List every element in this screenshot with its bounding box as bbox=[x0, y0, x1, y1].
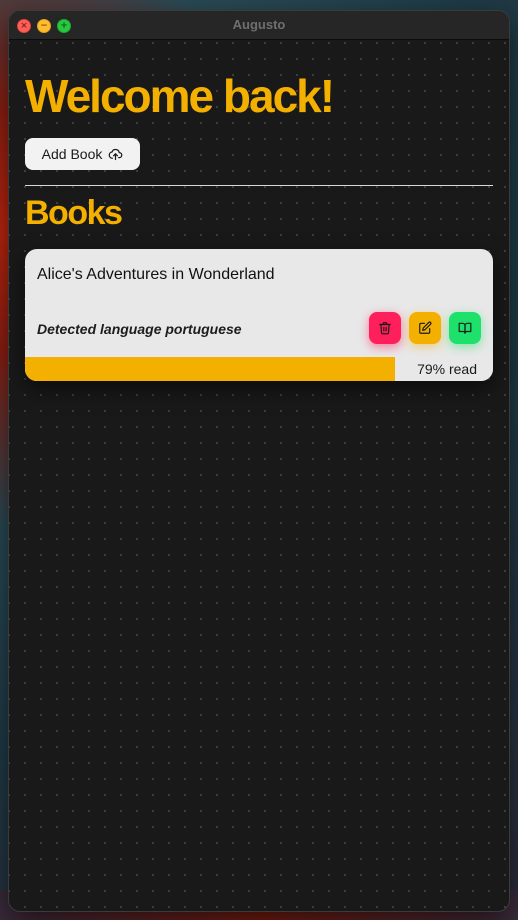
book-actions bbox=[369, 312, 481, 344]
books-heading: Books bbox=[25, 194, 123, 232]
add-book-label: Add Book bbox=[41, 146, 103, 162]
app-window: × − + Augusto Welcome back! Add Book Boo… bbox=[9, 11, 509, 911]
window-title: Augusto bbox=[232, 17, 286, 32]
reading-progress-fill bbox=[25, 357, 395, 381]
trash-icon bbox=[379, 322, 391, 335]
reading-progress-bar: 79% read bbox=[25, 357, 493, 381]
add-book-button[interactable]: Add Book bbox=[25, 138, 140, 170]
book-language: Detected language portuguese bbox=[37, 321, 242, 337]
delete-book-button[interactable] bbox=[369, 312, 401, 344]
edit-icon bbox=[419, 321, 432, 334]
book-card: Alice's Adventures in Wonderland Detecte… bbox=[25, 249, 493, 381]
reading-progress-label: 79% read bbox=[417, 361, 477, 377]
read-book-button[interactable] bbox=[449, 312, 481, 344]
book-title: Alice's Adventures in Wonderland bbox=[37, 266, 275, 283]
edit-book-button[interactable] bbox=[409, 312, 441, 344]
section-divider bbox=[25, 185, 493, 186]
title-bar: × − + Augusto bbox=[9, 11, 509, 40]
cloud-upload-icon bbox=[109, 148, 123, 160]
page-title: Welcome back! bbox=[25, 70, 335, 122]
book-open-icon bbox=[458, 322, 472, 334]
